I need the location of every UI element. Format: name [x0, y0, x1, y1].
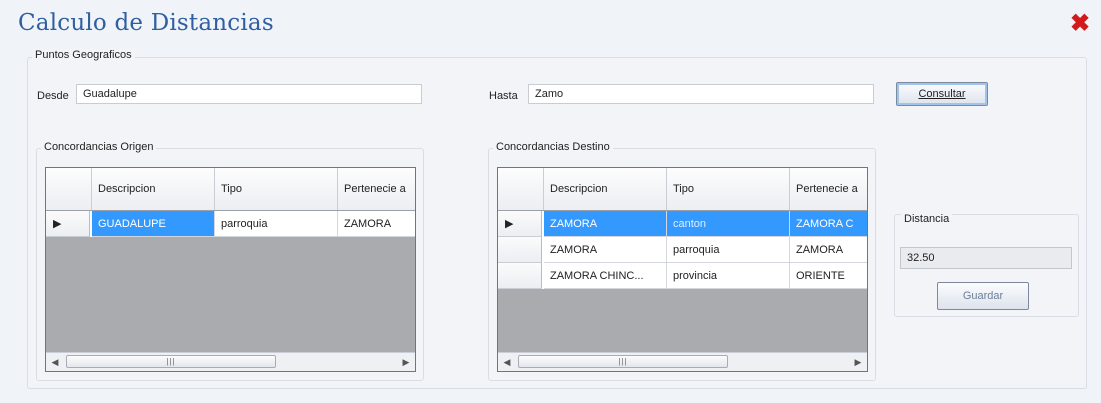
origen-grid[interactable]: Descripcion Tipo Pertenecie a ▶ GUADALUP…	[45, 167, 416, 372]
origen-corner-cell	[46, 168, 92, 210]
puntos-geograficos-legend: Puntos Geograficos	[32, 49, 135, 61]
table-row[interactable]: ▶ ZAMORA canton ZAMORA C	[498, 211, 867, 237]
window-title: Calculo de Distancias	[18, 10, 274, 36]
table-cell[interactable]: provincia	[667, 263, 790, 289]
destino-grid[interactable]: Descripcion Tipo Pertenecie a ▶ ZAMORA c…	[497, 167, 868, 372]
destino-col-descripcion[interactable]: Descripcion	[544, 168, 667, 210]
distancia-legend: Distancia	[901, 213, 953, 225]
desde-label: Desde	[37, 90, 69, 102]
table-cell[interactable]: parroquia	[667, 237, 790, 263]
row-pointer-icon: ▶	[46, 211, 90, 237]
table-cell[interactable]: ZAMORA	[790, 237, 867, 263]
origen-grid-header: Descripcion Tipo Pertenecie a	[46, 168, 415, 211]
table-cell[interactable]: parroquia	[215, 211, 338, 237]
scroll-left-icon[interactable]: ◀	[46, 353, 64, 371]
concordancias-destino-legend: Concordancias Destino	[493, 141, 613, 153]
consultar-button[interactable]: Consultar	[896, 82, 988, 106]
scroll-left-icon[interactable]: ◀	[498, 353, 516, 371]
close-icon[interactable]: ✖	[1069, 12, 1091, 36]
table-row[interactable]: ▶ GUADALUPE parroquia ZAMORA	[46, 211, 415, 237]
hasta-label: Hasta	[489, 90, 518, 102]
destino-corner-cell	[498, 168, 544, 210]
scroll-thumb[interactable]: |||	[518, 355, 728, 368]
row-pointer-icon: ▶	[498, 211, 542, 237]
table-cell[interactable]: ZAMORA	[544, 237, 667, 263]
origen-col-pertenece[interactable]: Pertenecie a	[338, 168, 415, 210]
scroll-right-icon[interactable]: ▶	[849, 353, 867, 371]
guardar-button[interactable]: Guardar	[937, 282, 1029, 310]
table-row[interactable]: ZAMORA parroquia ZAMORA	[498, 237, 867, 263]
table-cell[interactable]: GUADALUPE	[92, 211, 215, 237]
origen-col-descripcion[interactable]: Descripcion	[92, 168, 215, 210]
consultar-button-label: Consultar	[918, 88, 966, 100]
scroll-right-icon[interactable]: ▶	[397, 353, 415, 371]
scroll-thumb[interactable]: |||	[66, 355, 276, 368]
table-cell[interactable]: ORIENTE	[790, 263, 867, 289]
hasta-input[interactable]: Zamo	[528, 84, 874, 104]
concordancias-origen-legend: Concordancias Origen	[41, 141, 157, 153]
desde-input[interactable]: Guadalupe	[76, 84, 422, 104]
row-header	[498, 237, 542, 263]
row-header	[498, 263, 542, 289]
guardar-button-label: Guardar	[962, 290, 1004, 302]
destino-col-pertenece[interactable]: Pertenecie a	[790, 168, 867, 210]
distancia-value: 32.50	[900, 247, 1072, 269]
table-cell[interactable]: ZAMORA	[338, 211, 415, 237]
table-cell[interactable]: canton	[667, 211, 790, 237]
origen-horizontal-scrollbar[interactable]: ◀ ||| ▶	[46, 352, 415, 371]
destino-col-tipo[interactable]: Tipo	[667, 168, 790, 210]
destino-grid-header: Descripcion Tipo Pertenecie a	[498, 168, 867, 211]
table-cell[interactable]: ZAMORA CHINC...	[544, 263, 667, 289]
table-cell[interactable]: ZAMORA C	[790, 211, 867, 237]
origen-col-tipo[interactable]: Tipo	[215, 168, 338, 210]
destino-horizontal-scrollbar[interactable]: ◀ ||| ▶	[498, 352, 867, 371]
table-cell[interactable]: ZAMORA	[544, 211, 667, 237]
table-row[interactable]: ZAMORA CHINC... provincia ORIENTE	[498, 263, 867, 289]
